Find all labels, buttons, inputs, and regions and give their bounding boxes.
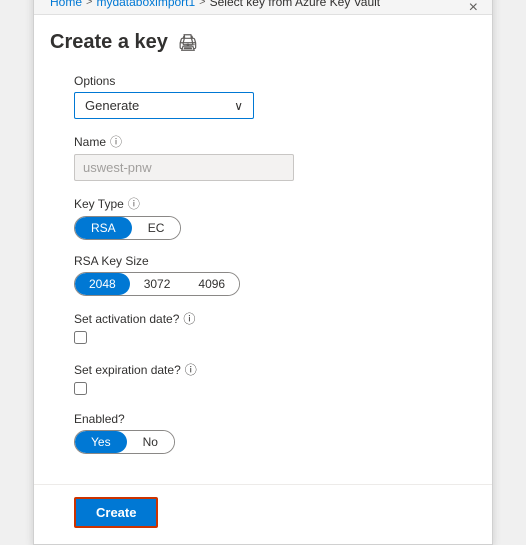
- key-type-label: Key Type ⓘ: [74, 195, 452, 212]
- panel-title-group: Create a key 🖨: [50, 31, 198, 54]
- enabled-yes[interactable]: Yes: [75, 431, 127, 453]
- activation-label: Set activation date? ⓘ: [74, 310, 452, 327]
- expiration-checkbox[interactable]: [74, 382, 87, 395]
- panel-header: Create a key 🖨 ×: [34, 15, 492, 62]
- chevron-down-icon: ∨: [234, 99, 243, 113]
- options-value: Generate: [85, 98, 139, 113]
- rsa-key-size-field: RSA Key Size 2048 3072 4096: [74, 254, 452, 296]
- breadcrumb-home[interactable]: Home: [50, 0, 82, 9]
- activation-checkbox[interactable]: [74, 331, 87, 344]
- expiration-date-field: Set expiration date? ⓘ: [74, 361, 452, 398]
- key-type-rsa[interactable]: RSA: [75, 217, 132, 239]
- create-key-panel: Home > mydataboximport1 > Select key fro…: [33, 0, 493, 545]
- expiration-info-icon[interactable]: ⓘ: [185, 361, 197, 378]
- rsa-size-3072[interactable]: 3072: [130, 273, 185, 295]
- enabled-no[interactable]: No: [127, 431, 174, 453]
- enabled-label: Enabled?: [74, 412, 452, 426]
- breadcrumb-import[interactable]: mydataboximport1: [96, 0, 195, 9]
- rsa-size-label: RSA Key Size: [74, 254, 452, 268]
- panel-footer: Create: [34, 484, 492, 544]
- activation-row: Set activation date? ⓘ: [74, 310, 452, 327]
- expiration-row: Set expiration date? ⓘ: [74, 361, 452, 378]
- options-field: Options Generate ∨: [74, 74, 452, 119]
- key-type-field: Key Type ⓘ RSA EC: [74, 195, 452, 240]
- options-dropdown[interactable]: Generate ∨: [74, 92, 254, 119]
- name-label: Name ⓘ: [74, 133, 452, 150]
- key-type-ec[interactable]: EC: [132, 217, 181, 239]
- activation-info-icon[interactable]: ⓘ: [183, 310, 195, 327]
- options-label: Options: [74, 74, 452, 88]
- enabled-toggle: Yes No: [74, 430, 175, 454]
- breadcrumb-current: Select key from Azure Key Vault: [210, 0, 381, 9]
- breadcrumb-sep-2: >: [199, 0, 205, 8]
- key-type-info-icon[interactable]: ⓘ: [128, 195, 140, 212]
- expiration-label: Set expiration date? ⓘ: [74, 361, 452, 378]
- name-input[interactable]: [74, 154, 294, 181]
- page-title: Create a key: [50, 31, 168, 54]
- close-button[interactable]: ×: [469, 0, 478, 16]
- key-type-toggle: RSA EC: [74, 216, 181, 240]
- rsa-size-2048[interactable]: 2048: [75, 273, 130, 295]
- panel-body: Options Generate ∨ Name ⓘ Key Type ⓘ RSA: [34, 62, 492, 484]
- breadcrumb-sep-1: >: [86, 0, 92, 8]
- rsa-size-toggle: 2048 3072 4096: [74, 272, 240, 296]
- rsa-size-4096[interactable]: 4096: [184, 273, 239, 295]
- activation-date-field: Set activation date? ⓘ: [74, 310, 452, 347]
- name-field: Name ⓘ: [74, 133, 452, 181]
- name-info-icon[interactable]: ⓘ: [110, 133, 122, 150]
- breadcrumb: Home > mydataboximport1 > Select key fro…: [34, 0, 492, 15]
- create-button[interactable]: Create: [74, 497, 158, 528]
- print-icon[interactable]: 🖨: [178, 33, 198, 53]
- enabled-field: Enabled? Yes No: [74, 412, 452, 454]
